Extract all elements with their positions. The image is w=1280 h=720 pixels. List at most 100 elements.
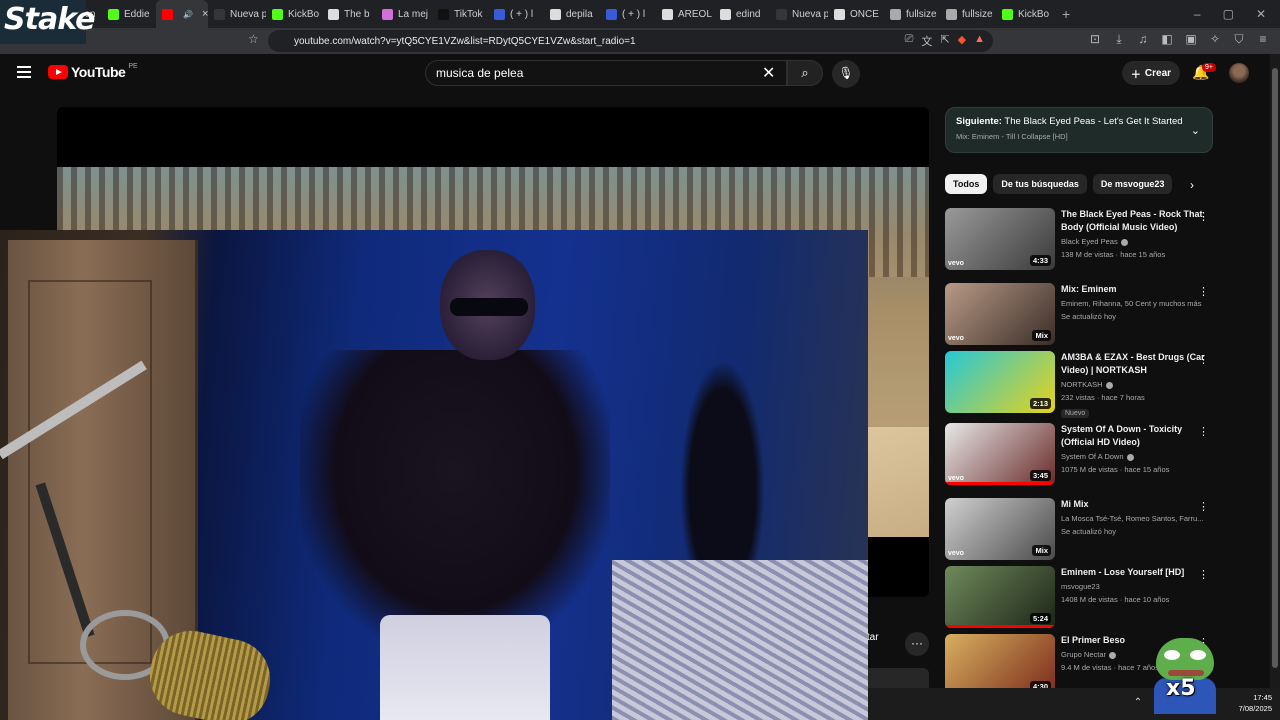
recommendation-item[interactable]: 2:13 AM3BA & EZAX - Best Drugs (Car Video… [945,351,1215,420]
maximize-icon[interactable]: ▢ [1223,7,1234,21]
tab-favicon-icon [662,8,673,20]
share-icon[interactable]: ⇱ [940,33,949,49]
more-options-icon[interactable]: ⋮ [1198,210,1209,223]
video-title[interactable]: AM3BA & EZAX - Best Drugs (Car Video) | … [1061,351,1209,377]
clock[interactable]: 17:45 7/08/2025 [1239,692,1272,714]
chip-all[interactable]: Todos [945,174,988,194]
channel-name[interactable]: msvogue23 [1061,582,1100,591]
recommendation-item[interactable]: vevo 4:33 The Black Eyed Peas - Rock That … [945,208,1215,274]
browser-tab[interactable]: depila [544,0,600,28]
video-info: AM3BA & EZAX - Best Drugs (Car Video) | … [1061,351,1209,420]
chip-from-searches[interactable]: De tus búsquedas [993,174,1087,194]
video-title[interactable]: System Of A Down - Toxicity (Official HD… [1061,423,1209,449]
leo-ai-icon[interactable]: ✧ [1208,32,1222,47]
browser-tab[interactable]: The b [322,0,376,28]
more-options-icon[interactable]: ⋮ [1198,285,1209,298]
chevron-up-icon[interactable]: ⌃ [1134,697,1142,708]
translate-icon[interactable]: 文 [921,33,932,49]
page-scrollbar[interactable] [1270,54,1280,688]
sidebar-icon[interactable]: ◧ [1160,32,1174,47]
avatar[interactable] [1229,63,1249,83]
up-next-title-line: Siguiente: The Black Eyed Peas - Let's G… [956,116,1202,127]
recommendation-item[interactable]: vevo Mix Mix: Eminem Eminem, Rihanna, 50 Ce… [945,283,1215,349]
tab-label: edind [736,8,761,20]
voice-search-button[interactable]: 🎙 [832,60,860,88]
scrollbar-thumb[interactable] [1272,68,1278,668]
channel-name[interactable]: Black Eyed Peas [1061,237,1118,246]
youtube-logo[interactable]: YouTube PE [48,62,138,80]
tab-label: KickBo [1018,8,1050,20]
address-bar-actions: ⎚ 文 ⇱ ◆ ▲ [905,33,985,49]
search-input[interactable]: musica de pelea [425,60,787,86]
webcam-sunglasses [450,298,528,316]
clock-time: 17:45 [1253,693,1272,702]
new-tab-button[interactable]: + [1054,6,1078,22]
up-next-card[interactable]: Siguiente: The Black Eyed Peas - Let's G… [945,107,1213,153]
chevron-down-icon[interactable]: ⌄ [1191,124,1200,137]
search-button[interactable]: ⌕ [787,60,823,86]
menu-icon[interactable]: ≡ [1256,32,1270,47]
more-options-icon[interactable]: ⋮ [1198,425,1209,438]
video-title[interactable]: Eminem - Lose Yourself [HD] [1061,566,1209,579]
browser-tab[interactable]: fullsize [884,0,940,28]
tab-audio-icon[interactable]: 🔊 [183,10,193,19]
browser-tab[interactable]: Nueva pes [770,0,828,28]
more-options-icon[interactable]: ⋮ [1198,568,1209,581]
video-title[interactable]: Mi Mix [1061,498,1209,511]
video-thumbnail[interactable]: 2:13 [945,351,1055,413]
more-options-icon[interactable]: ⋮ [1198,353,1209,366]
video-thumbnail[interactable]: vevo Mix [945,498,1055,560]
browser-tab[interactable]: Eddie [102,0,156,28]
more-options-icon[interactable]: ⋮ [1198,500,1209,513]
video-thumbnail[interactable]: vevo 4:33 [945,208,1055,270]
video-thumbnail[interactable]: vevo Mix [945,283,1055,345]
browser-tab[interactable]: KickBo [266,0,322,28]
brave-shield-icon[interactable]: ◆ [958,33,966,49]
browser-tab[interactable]: TikTok [432,0,488,28]
vpn-icon[interactable]: ⛉ [1232,32,1246,47]
browser-tab[interactable]: edind [714,0,770,28]
tab-favicon-icon [946,8,957,20]
channel-name[interactable]: NORTKASH [1061,380,1103,389]
minimize-icon[interactable]: – [1194,7,1201,21]
video-title[interactable]: Mix: Eminem [1061,283,1209,296]
close-window-icon[interactable]: ✕ [1256,7,1266,21]
recommendation-item[interactable]: vevo 3:45 System Of A Down - Toxicity (Off… [945,423,1215,489]
screenshot-icon[interactable]: ⊡ [1088,32,1102,47]
video-thumbnail[interactable]: 4:30 [945,634,1055,696]
browser-tab[interactable]: ( + ) l [600,0,656,28]
clear-search-icon[interactable]: ✕ [762,63,775,83]
video-title[interactable]: The Black Eyed Peas - Rock That Body (Of… [1061,208,1209,234]
country-code: PE [128,62,138,70]
install-icon[interactable]: ⎚ [905,33,914,49]
recommendation-item[interactable]: vevo Mix Mi Mix La Mosca Tsé-Tsé, Romeo San… [945,498,1215,564]
chevron-right-icon[interactable]: › [1190,178,1194,192]
video-thumbnail[interactable]: 5:24 [945,566,1055,628]
browser-tab[interactable]: KickBo [996,0,1054,28]
rewards-icon[interactable]: ▲ [974,33,985,49]
tab-label: TikTok [454,8,483,20]
browser-tab[interactable]: ( + ) l [488,0,544,28]
wallet-icon[interactable]: ▣ [1184,32,1198,47]
media-icon[interactable]: ♫ [1136,32,1150,47]
download-icon[interactable]: ⤓ [1112,32,1126,47]
tab-favicon-icon [214,8,225,20]
browser-tab[interactable]: fullsize [940,0,996,28]
chip-from-channel[interactable]: De msvogue23 [1092,174,1173,194]
more-actions-button[interactable]: ··· [905,632,929,656]
video-thumbnail[interactable]: vevo 3:45 [945,423,1055,485]
channel-name[interactable]: Eminem, Rihanna, 50 Cent y muchos más [1061,299,1201,308]
bookmark-icon[interactable]: ☆ [248,32,259,46]
browser-tab[interactable]: AREOL [656,0,714,28]
channel-name[interactable]: Grupo Nectar [1061,650,1106,659]
channel-name[interactable]: La Mosca Tsé-Tsé, Romeo Santos, Farru... [1061,514,1203,523]
browser-tab[interactable]: La mej [376,0,432,28]
browser-tab[interactable]: 🔊 × [156,0,208,28]
address-bar[interactable]: youtube.com/watch?v=ytQ5CYE1VZw&list=RDy… [268,30,993,52]
hamburger-menu-icon[interactable] [17,66,31,78]
browser-tab[interactable]: Nueva pes [208,0,266,28]
recommendation-item[interactable]: 5:24 Eminem - Lose Yourself [HD] msvogue23… [945,566,1215,632]
channel-name[interactable]: System Of A Down [1061,452,1124,461]
browser-tab[interactable]: ONCE [828,0,884,28]
create-button[interactable]: ＋ Crear [1122,61,1180,85]
